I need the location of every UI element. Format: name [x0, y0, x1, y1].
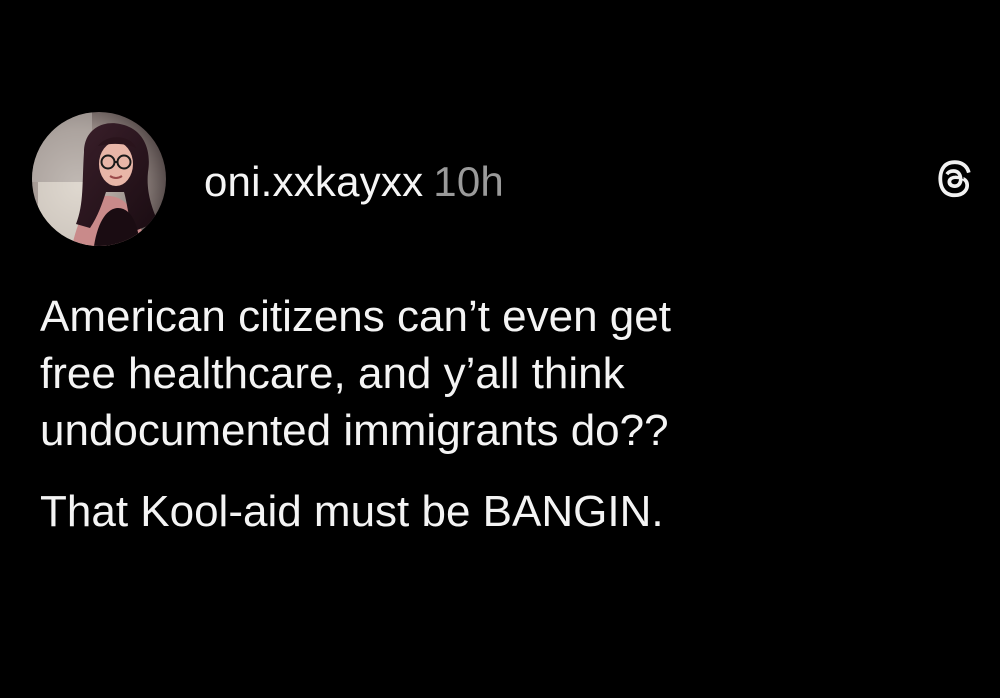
- post-body: American citizens can’t even get free he…: [40, 288, 970, 540]
- threads-logo-icon[interactable]: [934, 160, 972, 202]
- avatar[interactable]: [32, 112, 166, 246]
- post-text-paragraph: American citizens can’t even get free he…: [40, 292, 671, 455]
- avatar-photo: [32, 112, 166, 246]
- post-header: oni.xxkayxx 10h: [32, 112, 972, 246]
- post-timestamp: 10h: [433, 158, 504, 205]
- post-text-paragraph: That Kool-aid must be BANGIN.: [40, 487, 664, 536]
- author-username[interactable]: oni.xxkayxx: [204, 158, 423, 205]
- post-meta: oni.xxkayxx 10h: [204, 158, 504, 206]
- post-card: oni.xxkayxx 10h American citizens can’t e…: [0, 0, 1000, 698]
